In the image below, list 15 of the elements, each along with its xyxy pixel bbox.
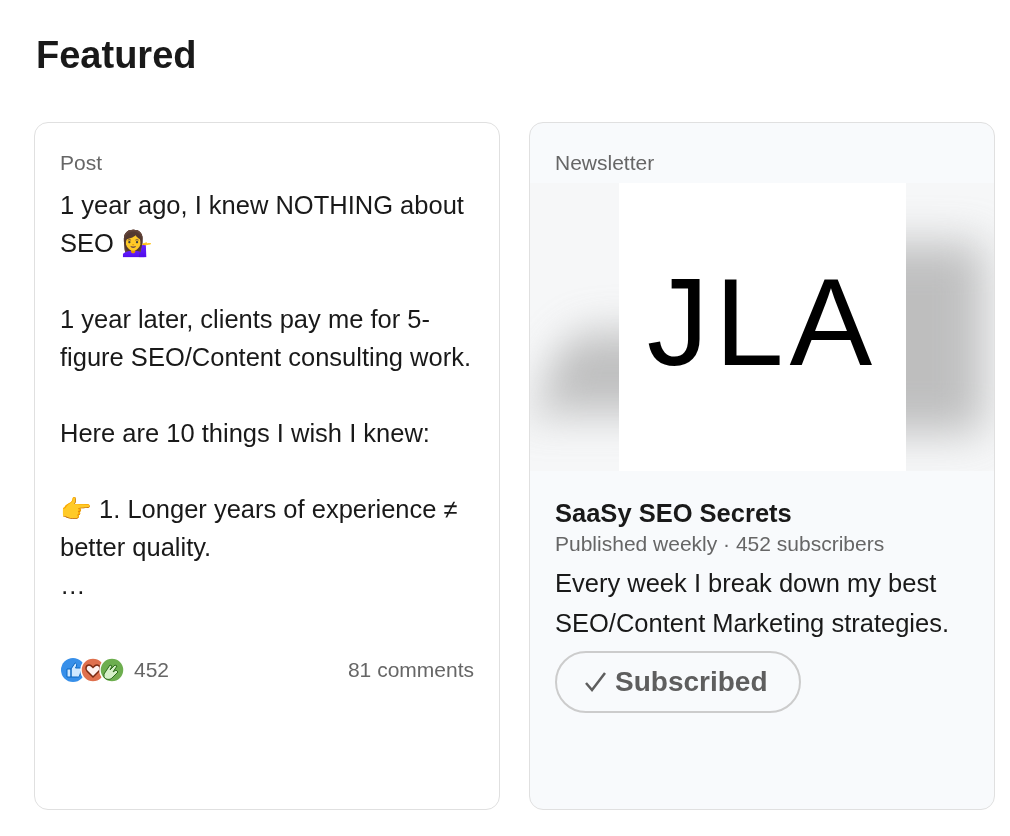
newsletter-description: Every week I break down my best SEO/Content Marketing strategies. [555,568,951,639]
reaction-count[interactable]: 452 [134,658,170,682]
newsletter-card[interactable]: Newsletter JLA SaaSy SEO Secrets Published weekly · 452 subscribers Every week I break down my best SEO/Content Marketing strategies. Subscribed [529,122,995,810]
logo-text: JLA [646,252,879,393]
check-icon [583,670,607,694]
comments-link[interactable]: 81 comments [347,658,474,682]
post-card[interactable] [34,122,500,810]
section-title: Featured [36,33,198,78]
post-text: 1 year ago, I knew NOTHING about SEO 💁‍♀ 1 year later, clients pay me for 5-figure SEO/Content consulting work. Here are 10 things I wish I knew: 👉 1. Longer years of experience ≠ better quality. … [59,190,473,601]
card-type-label: Newsletter [554,150,656,176]
reaction-icons [60,656,126,684]
subscribed-button[interactable]: Subscribed [555,651,802,713]
newsletter-title[interactable]: SaaSy SEO Secrets [555,497,969,529]
newsletter-meta: Published weekly · 452 subscribers [555,531,886,557]
card-type-label: Post [59,150,104,176]
